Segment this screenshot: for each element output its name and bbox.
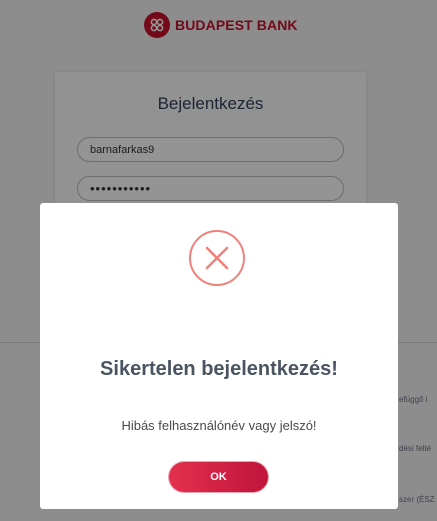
ok-button[interactable]: OK [169,462,268,492]
error-dialog: Sikertelen bejelentkezés! Hibás felhaszn… [40,203,398,509]
dialog-title: Sikertelen bejelentkezés! [100,358,338,380]
error-x-icon [189,230,245,286]
dialog-message: Hibás felhasználónév vagy jelszó! [121,418,317,433]
